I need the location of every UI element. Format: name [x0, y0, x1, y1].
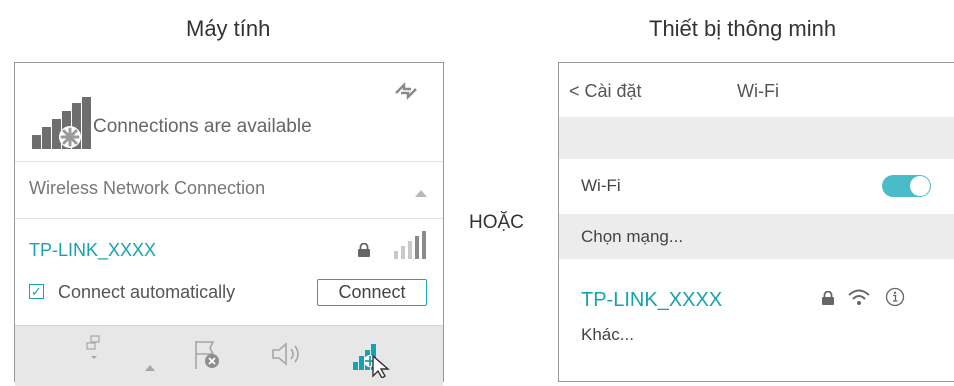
wifi-row-label: Wi-Fi — [581, 176, 621, 195]
back-button[interactable]: < Cài đặt — [569, 81, 642, 102]
computer-heading: Máy tính — [186, 16, 271, 41]
divider — [15, 161, 443, 162]
connect-automatically-checkbox[interactable]: ✓ — [29, 284, 44, 299]
speaker-icon[interactable] — [270, 340, 306, 368]
network-icon[interactable] — [85, 334, 103, 362]
phone-wifi-settings: < Cài đặt Wi-Fi Wi-Fi Chọn mạng... TP-LI… — [558, 62, 954, 382]
lock-icon — [822, 291, 834, 305]
connections-available-text: Connections are available — [93, 116, 312, 137]
flag-error-icon[interactable] — [193, 339, 223, 371]
choose-network-label: Chọn mạng... — [581, 227, 684, 246]
header-band — [559, 117, 954, 159]
network-ssid[interactable]: TP-LINK_XXXX — [29, 240, 156, 261]
section-title: Wireless Network Connection — [29, 178, 266, 198]
signal-strength-icon — [394, 231, 426, 259]
wifi-signal-icon[interactable] — [351, 334, 393, 378]
taskbar — [15, 325, 443, 386]
signal-available-icon — [32, 97, 91, 149]
wifi-toggle[interactable] — [882, 175, 931, 197]
wifi-icon — [848, 289, 870, 305]
connect-automatically-label: Connect automatically — [58, 282, 236, 302]
smart-device-heading: Thiết bị thông minh — [649, 16, 837, 41]
show-hidden-icons-icon[interactable] — [145, 365, 155, 371]
connect-button[interactable]: Connect — [317, 279, 427, 306]
network-ssid[interactable]: TP-LINK_XXXX — [581, 289, 722, 312]
page-title: Wi-Fi — [737, 81, 779, 101]
divider — [15, 218, 443, 219]
refresh-icon[interactable] — [393, 81, 419, 101]
toggle-knob — [910, 176, 930, 196]
lock-icon — [358, 243, 370, 257]
or-separator: HOẶC — [469, 212, 524, 233]
windows-network-flyout: Connections are available Wireless Netwo… — [14, 62, 444, 386]
info-icon[interactable] — [885, 287, 905, 307]
collapse-arrow-icon[interactable] — [415, 190, 427, 197]
other-network-item[interactable]: Khác... — [581, 325, 634, 345]
